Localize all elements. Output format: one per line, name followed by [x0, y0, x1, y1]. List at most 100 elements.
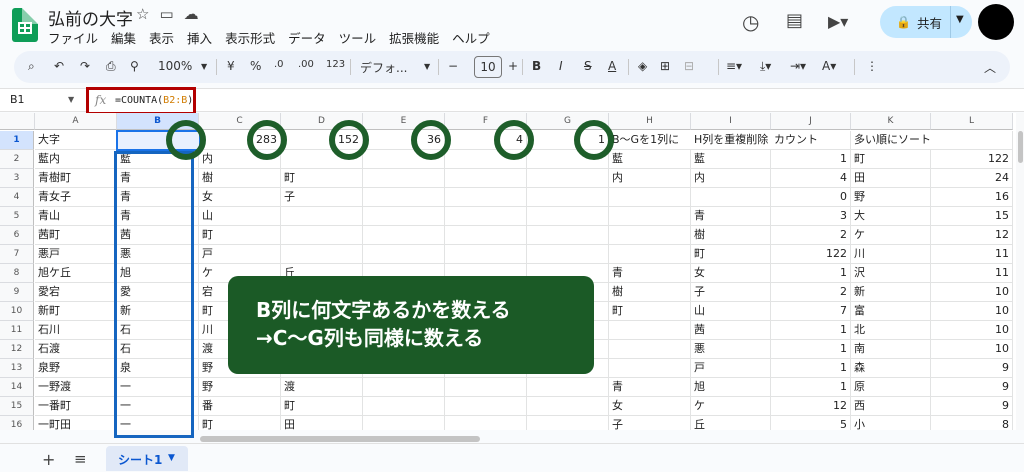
cell-j7[interactable]: 122: [771, 245, 851, 264]
cell-i15[interactable]: ケ: [691, 397, 771, 416]
row-header[interactable]: 7: [0, 245, 34, 264]
column-header-k[interactable]: K: [851, 113, 931, 130]
cell-l11[interactable]: 10: [931, 321, 1013, 340]
cell-l8[interactable]: 11: [931, 264, 1013, 283]
cell-h3[interactable]: 内: [609, 169, 691, 188]
cell-f4[interactable]: [445, 188, 527, 207]
cell-h13[interactable]: [609, 359, 691, 378]
cell-d7[interactable]: [281, 245, 363, 264]
font-size-input[interactable]: 10: [474, 56, 502, 78]
cell-g14[interactable]: [527, 378, 609, 397]
cell-k8[interactable]: 沢: [851, 264, 931, 283]
cell-c7[interactable]: 戸: [199, 245, 281, 264]
cell-k9[interactable]: 新: [851, 283, 931, 302]
row-header[interactable]: 15: [0, 397, 34, 416]
version-history-icon[interactable]: ◷: [742, 10, 759, 34]
cell-g3[interactable]: [527, 169, 609, 188]
cell-g7[interactable]: [527, 245, 609, 264]
cell-h2[interactable]: 藍: [609, 150, 691, 169]
cell-l5[interactable]: 15: [931, 207, 1013, 226]
zoom-dropdown-icon[interactable]: ▼: [201, 62, 207, 71]
cell-j6[interactable]: 2: [771, 226, 851, 245]
text-rotation-icon[interactable]: A▾: [822, 59, 836, 73]
cell-l15[interactable]: 9: [931, 397, 1013, 416]
menu-tools[interactable]: ツール: [339, 28, 377, 47]
column-header-i[interactable]: I: [691, 113, 771, 130]
cell-f3[interactable]: [445, 169, 527, 188]
cell-i16[interactable]: 丘: [691, 416, 771, 430]
print-icon[interactable]: ⎙: [106, 59, 116, 74]
number-format-button[interactable]: 123: [326, 59, 345, 70]
font-select[interactable]: デフォ...: [360, 59, 407, 76]
cell-c16[interactable]: 町: [199, 416, 281, 430]
menu-data[interactable]: データ: [288, 28, 326, 47]
cell-d16[interactable]: 田: [281, 416, 363, 430]
cell-h4[interactable]: [609, 188, 691, 207]
cell-h9[interactable]: 樹: [609, 283, 691, 302]
cell-f7[interactable]: [445, 245, 527, 264]
cell-i6[interactable]: 樹: [691, 226, 771, 245]
cell-h5[interactable]: [609, 207, 691, 226]
cell-g5[interactable]: [527, 207, 609, 226]
share-dropdown-icon[interactable]: ▼: [956, 14, 964, 25]
currency-format-button[interactable]: ¥: [227, 59, 235, 73]
document-title[interactable]: 弘前の大字: [48, 5, 133, 30]
share-button[interactable]: 🔒 共有 ▼: [880, 6, 972, 38]
cell-k2[interactable]: 町: [851, 150, 931, 169]
meet-icon[interactable]: ▶▾: [828, 12, 848, 31]
cell-i7[interactable]: 町: [691, 245, 771, 264]
cell-f16[interactable]: [445, 416, 527, 430]
cell-k10[interactable]: 富: [851, 302, 931, 321]
menu-extensions[interactable]: 拡張機能: [389, 28, 439, 47]
sheet-tab[interactable]: シート1 ▼: [106, 446, 188, 471]
cell-j2[interactable]: 1: [771, 150, 851, 169]
cell-k11[interactable]: 北: [851, 321, 931, 340]
cell-i4[interactable]: [691, 188, 771, 207]
cell-f15[interactable]: [445, 397, 527, 416]
undo-icon[interactable]: ↶: [54, 59, 64, 73]
cell-h16[interactable]: 子: [609, 416, 691, 430]
vertical-scroll-thumb[interactable]: [1018, 131, 1023, 163]
cell-e4[interactable]: [363, 188, 445, 207]
move-folder-icon[interactable]: ▭: [159, 5, 173, 23]
collapse-toolbar-icon[interactable]: ︿: [984, 59, 996, 76]
cell-l14[interactable]: 9: [931, 378, 1013, 397]
menu-format[interactable]: 表示形式: [225, 28, 275, 47]
cell-l16[interactable]: 8: [931, 416, 1013, 430]
add-sheet-icon[interactable]: +: [42, 450, 55, 469]
cell-j9[interactable]: 2: [771, 283, 851, 302]
column-header-l[interactable]: L: [931, 113, 1013, 130]
cell-k1[interactable]: 多い順にソート: [851, 131, 931, 150]
cell-j10[interactable]: 7: [771, 302, 851, 321]
cell-h15[interactable]: 女: [609, 397, 691, 416]
cell-j1[interactable]: カウント: [771, 131, 851, 150]
cell-a14[interactable]: 一野渡: [35, 378, 117, 397]
cell-g15[interactable]: [527, 397, 609, 416]
font-dropdown-icon[interactable]: ▼: [424, 62, 430, 71]
vertical-scrollbar[interactable]: [1016, 113, 1024, 430]
cell-c5[interactable]: 山: [199, 207, 281, 226]
row-header[interactable]: 9: [0, 283, 34, 302]
horizontal-align-icon[interactable]: ≡▾: [726, 59, 742, 73]
column-header-h[interactable]: H: [609, 113, 691, 130]
cell-i3[interactable]: 内: [691, 169, 771, 188]
cell-c4[interactable]: 女: [199, 188, 281, 207]
cell-a7[interactable]: 悪戸: [35, 245, 117, 264]
cell-d5[interactable]: [281, 207, 363, 226]
cell-j14[interactable]: 1: [771, 378, 851, 397]
row-header[interactable]: 4: [0, 188, 34, 207]
cell-a1[interactable]: 大字: [35, 131, 117, 150]
cell-h11[interactable]: [609, 321, 691, 340]
cell-k3[interactable]: 田: [851, 169, 931, 188]
cell-g16[interactable]: [527, 416, 609, 430]
cell-k14[interactable]: 原: [851, 378, 931, 397]
cell-f14[interactable]: [445, 378, 527, 397]
cell-k6[interactable]: ケ: [851, 226, 931, 245]
increase-font-size-button[interactable]: +: [508, 59, 518, 73]
menu-view[interactable]: 表示: [149, 28, 174, 47]
cell-k4[interactable]: 野: [851, 188, 931, 207]
account-avatar[interactable]: [978, 4, 1014, 40]
cell-l7[interactable]: 11: [931, 245, 1013, 264]
text-color-button[interactable]: A: [608, 59, 616, 73]
cell-d6[interactable]: [281, 226, 363, 245]
